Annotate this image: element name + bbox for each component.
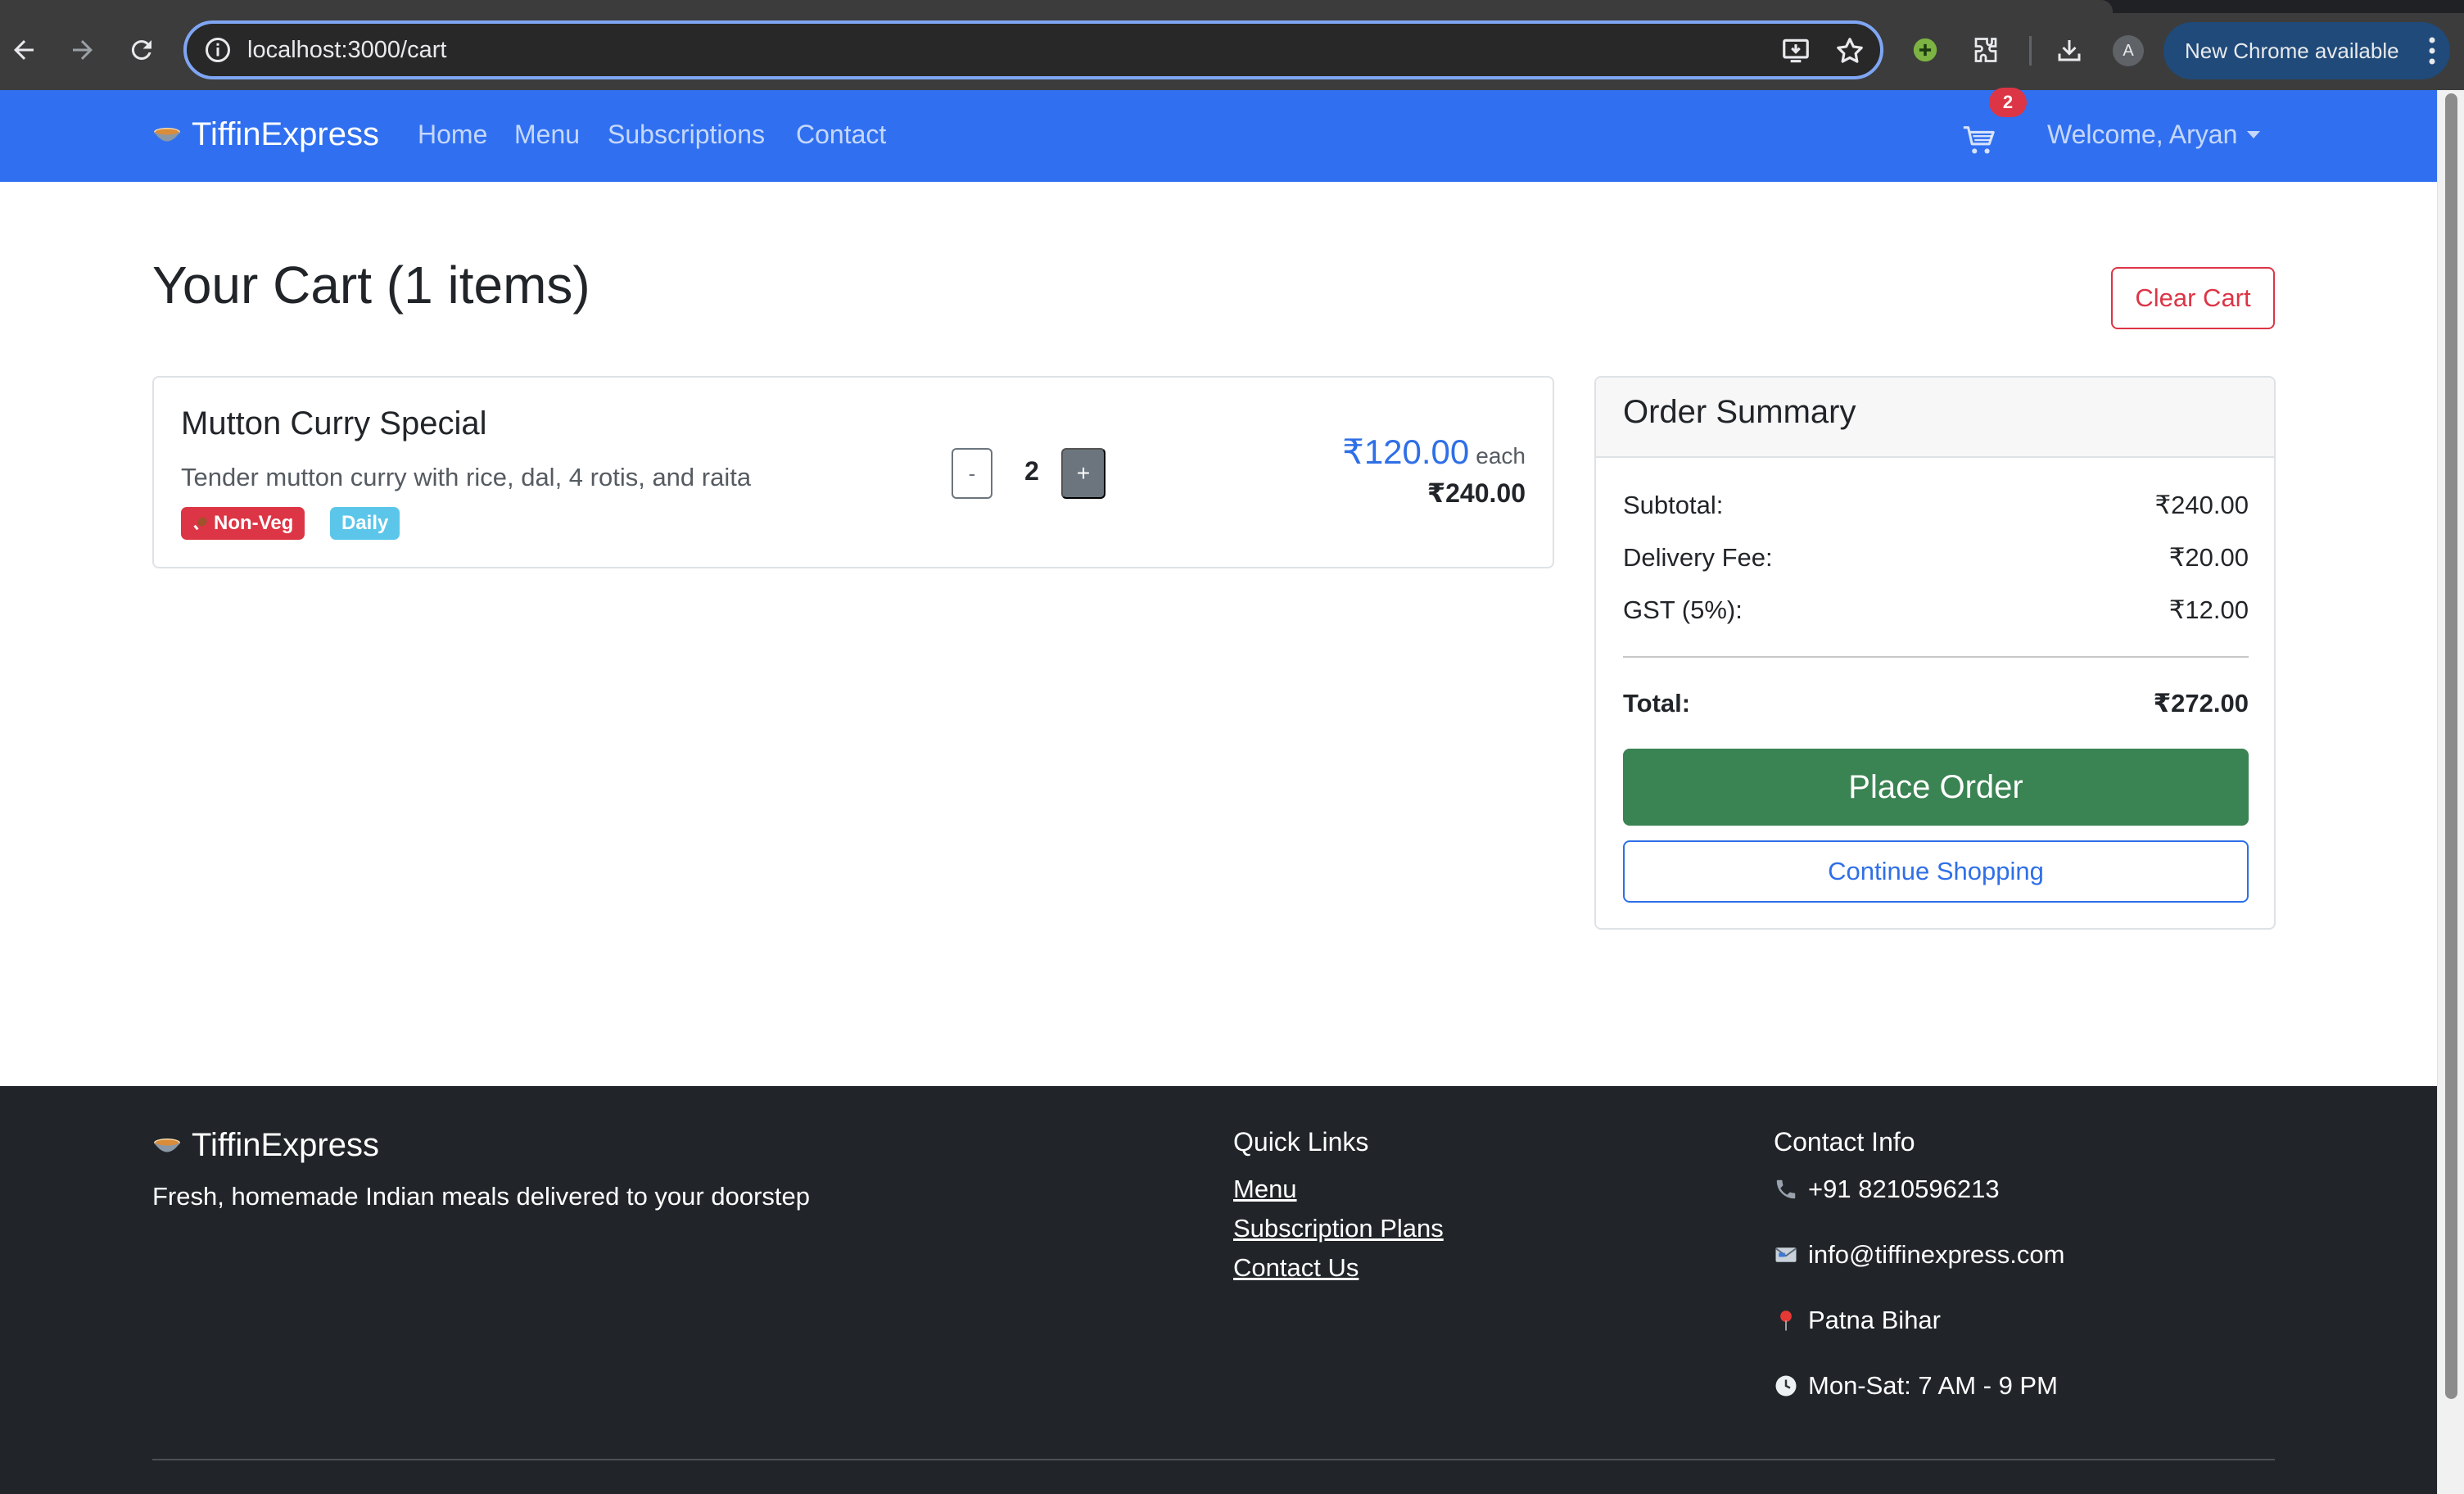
contact-hours-text: Mon-Sat: 7 AM - 9 PM: [1808, 1371, 2058, 1400]
unit-price-suffix: each: [1476, 443, 1526, 469]
info-icon[interactable]: [203, 35, 233, 65]
contact-hours: Mon-Sat: 7 AM - 9 PM: [1774, 1371, 2058, 1401]
item-name: Mutton Curry Special: [181, 405, 487, 441]
user-menu-label: Welcome, Aryan: [2047, 120, 2238, 149]
order-summary-card: Order Summary Subtotal: ₹240.00 Delivery…: [1594, 376, 2276, 930]
footer-brand: TiffinExpress: [152, 1127, 379, 1164]
update-chrome-button[interactable]: New Chrome available: [2163, 22, 2450, 79]
active-tab-edge: [0, 0, 2113, 13]
url-text: localhost:3000/cart: [247, 37, 447, 63]
clear-cart-button[interactable]: Clear Cart: [2111, 267, 2275, 329]
quick-links-heading: Quick Links: [1233, 1127, 1369, 1157]
contact-phone: +91 8210596213: [1774, 1175, 2000, 1204]
cart-icon: [1963, 126, 1995, 154]
place-order-button[interactable]: Place Order: [1623, 749, 2249, 826]
cart-item-card: Mutton Curry Special Tender mutton curry…: [152, 376, 1554, 568]
cart-count-badge: 2: [1989, 88, 2027, 117]
order-summary-header: Order Summary: [1596, 378, 2274, 458]
star-icon[interactable]: [1834, 35, 1865, 66]
unit-price: ₹120.00 each: [1342, 432, 1526, 472]
toolbar-divider: [2029, 36, 2032, 66]
page-title: Your Cart (1 items): [152, 256, 590, 315]
continue-shopping-button[interactable]: Continue Shopping: [1623, 840, 2249, 903]
quantity-value: 2: [1024, 456, 1039, 486]
nav-menu[interactable]: Menu: [514, 120, 580, 150]
gst-label: GST (5%):: [1623, 595, 1743, 624]
unit-price-amount: ₹120.00: [1342, 432, 1470, 471]
subtotal-label: Subtotal:: [1623, 491, 1724, 519]
nav-home[interactable]: Home: [418, 120, 487, 150]
gst-value: ₹12.00: [2168, 595, 2249, 624]
summary-divider: [1623, 656, 2249, 658]
drumstick-icon: [193, 517, 207, 531]
caret-down-icon: [2247, 131, 2261, 138]
footer-link-subscription-plans[interactable]: Subscription Plans: [1233, 1214, 1444, 1243]
contact-info-heading: Contact Info: [1774, 1127, 1915, 1157]
site-navbar: TiffinExpress Home Menu Subscriptions Co…: [0, 90, 2437, 182]
daily-badge: Daily: [330, 507, 400, 540]
bowl-icon: [154, 1138, 180, 1152]
site-footer: TiffinExpress Fresh, homemade Indian mea…: [0, 1086, 2437, 1494]
clock-icon: [1775, 1375, 1797, 1397]
browser-toolbar: localhost:3000/cart A New Chrome availab…: [0, 0, 2464, 90]
footer-brand-name: TiffinExpress: [192, 1127, 379, 1163]
line-total: ₹240.00: [1426, 478, 1526, 508]
non-veg-label: Non-Veg: [214, 512, 294, 534]
non-veg-badge: Non-Veg: [181, 507, 305, 540]
pin-icon: [1780, 1311, 1792, 1331]
delivery-fee-value: ₹20.00: [2168, 543, 2249, 572]
footer-link-menu[interactable]: Menu: [1233, 1175, 1297, 1204]
contact-phone-text: +91 8210596213: [1808, 1175, 2000, 1203]
subtotal-value: ₹240.00: [2154, 491, 2249, 519]
footer-divider: [152, 1459, 2275, 1460]
brand-link[interactable]: TiffinExpress: [152, 116, 379, 153]
total-value: ₹272.00: [2153, 689, 2249, 718]
contact-address: Patna Bihar: [1774, 1306, 1941, 1335]
footer-link-contact-us[interactable]: Contact Us: [1233, 1253, 1359, 1283]
cart-button[interactable]: [1960, 121, 1998, 159]
back-arrow-icon[interactable]: [5, 31, 43, 69]
kebab-menu-icon[interactable]: [2429, 35, 2435, 66]
total-label: Total:: [1623, 689, 1691, 718]
download-icon[interactable]: [2052, 33, 2086, 67]
puzzle-icon[interactable]: [1969, 33, 2003, 67]
decrease-quantity-button[interactable]: -: [952, 448, 992, 499]
contact-email: info@tiffinexpress.com: [1774, 1240, 2064, 1270]
contact-email-text: info@tiffinexpress.com: [1808, 1240, 2065, 1269]
delivery-fee-label: Delivery Fee:: [1623, 543, 1773, 572]
nav-contact[interactable]: Contact: [796, 120, 886, 150]
brand-name: TiffinExpress: [192, 116, 379, 152]
contact-address-text: Patna Bihar: [1808, 1306, 1941, 1334]
page-scrollbar-thumb[interactable]: [2445, 93, 2457, 1399]
nav-subscriptions[interactable]: Subscriptions: [608, 120, 765, 150]
order-summary-title: Order Summary: [1623, 394, 1856, 430]
update-chrome-label: New Chrome available: [2185, 38, 2399, 63]
footer-tagline: Fresh, homemade Indian meals delivered t…: [152, 1182, 810, 1211]
green-plus-extension-icon[interactable]: [1908, 33, 1942, 67]
install-app-icon[interactable]: [1780, 35, 1811, 66]
phone-icon: [1776, 1179, 1796, 1199]
bowl-icon: [154, 127, 180, 141]
increase-quantity-button[interactable]: +: [1061, 448, 1105, 499]
item-description: Tender mutton curry with rice, dal, 4 ro…: [181, 463, 752, 491]
profile-avatar[interactable]: A: [2113, 35, 2144, 66]
address-bar[interactable]: localhost:3000/cart: [183, 20, 1883, 79]
forward-arrow-icon[interactable]: [64, 31, 102, 69]
reload-icon[interactable]: [123, 31, 160, 69]
user-menu-toggle[interactable]: Welcome, Aryan: [2047, 120, 2261, 150]
envelope-icon: [1775, 1247, 1797, 1262]
